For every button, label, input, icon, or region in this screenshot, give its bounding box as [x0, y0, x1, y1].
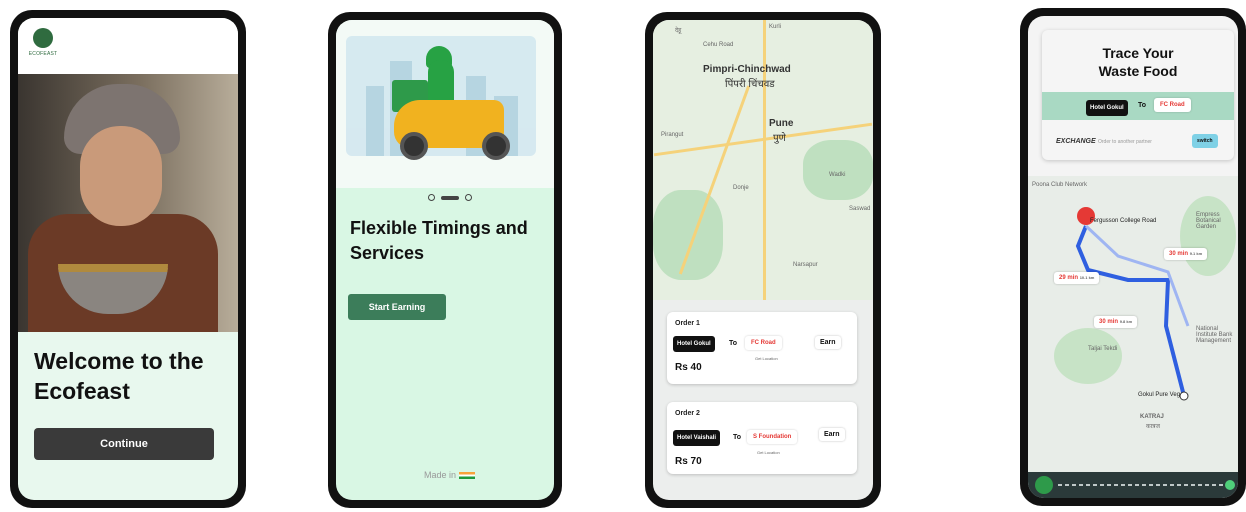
made-in-label: Made in	[424, 470, 476, 480]
onboarding-screen: Flexible Timings and Services Start Earn…	[336, 20, 554, 500]
from-chip: Hotel Vaishali	[673, 430, 721, 446]
orders-map[interactable]: Pimpri-Chinchwad पिंपरी चिंचवड Pune पुणे…	[653, 20, 873, 300]
trace-title: Trace Your Waste Food	[1042, 44, 1234, 80]
map-label-pune-local: पुणे	[773, 133, 786, 144]
india-flag-icon	[459, 472, 476, 480]
map-label-donje: Donje	[733, 185, 749, 191]
order-title: Order 2	[675, 410, 700, 417]
to-chip: FC Road	[1154, 98, 1191, 112]
earn-button[interactable]: Earn	[815, 336, 841, 349]
route-eta-1: 29 min 10.1 km	[1054, 272, 1100, 284]
route-eta-2: 30 min 9.1 km	[1164, 248, 1208, 260]
phone-welcome: ECOFEAST Welcome to the Ecofeast Continu…	[10, 10, 246, 508]
ecofeast-logo: ECOFEAST	[28, 28, 58, 66]
delivery-progress-slider[interactable]	[1028, 472, 1238, 498]
map-label-pimpri-local: पिंपरी चिंचवड	[725, 79, 775, 90]
orders-screen: Pimpri-Chinchwad पिंपरी चिंचवड Pune पुणे…	[653, 20, 873, 500]
progress-track	[1035, 476, 1235, 494]
hero-image-child	[18, 74, 238, 332]
order-title: Order 1	[675, 320, 700, 327]
phone-trace: Trace Your Waste Food Hotel Gokul To FC …	[1020, 8, 1246, 506]
progress-end-icon	[1225, 480, 1235, 490]
trace-screen: Trace Your Waste Food Hotel Gokul To FC …	[1028, 16, 1238, 498]
exchange-subtext: Order to another partner	[1098, 139, 1152, 145]
get-location-link[interactable]: Get Location	[755, 356, 778, 361]
trace-card: Trace Your Waste Food Hotel Gokul To FC …	[1042, 30, 1234, 160]
to-chip: S Foundation	[747, 430, 798, 444]
onboarding-title: Flexible Timings and Services	[350, 218, 528, 263]
scooter-rider-icon	[1035, 476, 1053, 494]
welcome-screen: ECOFEAST Welcome to the Ecofeast Continu…	[18, 18, 238, 500]
delivery-illustration	[336, 20, 554, 188]
to-label: To	[1138, 102, 1147, 109]
route-bar: Hotel Gokul To FC Road	[1042, 92, 1234, 120]
header-bar: ECOFEAST	[18, 18, 238, 74]
map-label-pirangut: Pirangut	[661, 132, 684, 138]
map-label-saswad: Saswad	[849, 206, 871, 212]
map-label-wadki: Wadki	[829, 172, 846, 178]
leaf-icon	[33, 28, 53, 48]
page-indicator	[428, 194, 472, 201]
logo-text: ECOFEAST	[28, 51, 58, 57]
origin-marker-icon	[1179, 391, 1189, 401]
order-card-1[interactable]: Order 1 Hotel Gokul To FC Road Get Locat…	[667, 312, 857, 384]
map-label-gokul: Gokul Pure Veg	[1138, 392, 1181, 398]
route-eta-2-time: 30 min	[1169, 251, 1189, 257]
map-label-dehu: देहू	[675, 28, 682, 34]
trace-title-line1: Trace Your	[1102, 45, 1174, 61]
from-chip: Hotel Gokul	[673, 336, 715, 352]
order-card-2[interactable]: Order 2 Hotel Vaishali To S Foundation G…	[667, 402, 857, 474]
start-earning-button[interactable]: Start Earning	[348, 294, 446, 320]
route-eta-1-dist: 10.1 km	[1079, 275, 1095, 280]
map-label-narsapur: Narsapur	[793, 262, 818, 268]
to-label: To	[733, 434, 742, 441]
map-label-pimpri: Pimpri-Chinchwad	[703, 64, 791, 75]
map-label-katraj: KATRAJ	[1140, 414, 1164, 420]
get-location-link[interactable]: Get Location	[757, 450, 780, 455]
trace-title-line2: Waste Food	[1098, 63, 1178, 79]
exchange-label: EXCHANGE	[1056, 138, 1096, 145]
map-label-pune: Pune	[769, 118, 794, 129]
phone-orders: Pimpri-Chinchwad पिंपरी चिंचवड Pune पुणे…	[645, 12, 881, 508]
map-label-national: National Institute Bank Management	[1196, 326, 1233, 344]
to-chip: FC Road	[745, 336, 782, 350]
to-label: To	[729, 340, 738, 347]
map-label-club: Poona Club Network	[1032, 182, 1088, 188]
switch-button[interactable]: switch	[1192, 134, 1218, 148]
map-label-empress: Empress Botanical Garden	[1196, 212, 1221, 230]
phone-onboarding: Flexible Timings and Services Start Earn…	[328, 12, 562, 508]
map-label-cehu: Cehu Road	[703, 42, 734, 48]
order-price: Rs 70	[675, 456, 702, 467]
map-label-fergusson: Fergusson College Road	[1090, 218, 1157, 224]
made-in-text: Made in	[424, 470, 457, 480]
map-label-katraj-local: कात्रज	[1146, 424, 1160, 430]
map-label-taljai: Taljai Tekdi	[1088, 346, 1118, 352]
order-price: Rs 40	[675, 362, 702, 373]
route-eta-2-dist: 9.1 km	[1189, 251, 1203, 256]
from-chip: Hotel Gokul	[1086, 100, 1128, 116]
route-eta-1-time: 29 min	[1059, 275, 1079, 281]
route-eta-3-time: 30 min	[1099, 319, 1119, 325]
earn-button[interactable]: Earn	[819, 428, 845, 441]
route-eta-3: 30 min 9.8 km	[1094, 316, 1138, 328]
continue-button[interactable]: Continue	[34, 428, 214, 460]
map-label-kurli: Kurli	[769, 24, 782, 30]
welcome-title: Welcome to the Ecofeast	[34, 348, 204, 404]
route-map[interactable]: Fergusson College Road Gokul Pure Veg KA…	[1028, 176, 1238, 480]
route-eta-3-dist: 9.8 km	[1119, 319, 1133, 324]
